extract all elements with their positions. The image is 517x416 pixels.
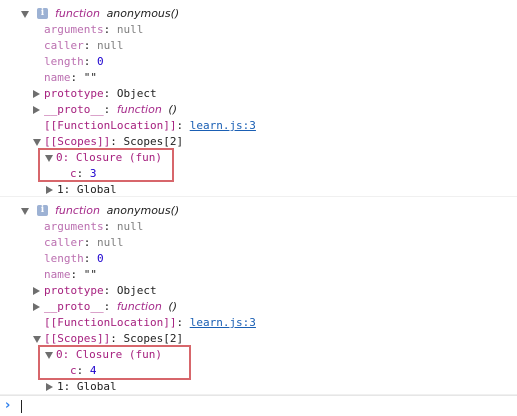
scope-label: 1: Global [57,183,117,196]
property-arguments: arguments: null [44,23,144,36]
property-value: "" [83,71,97,84]
console-entry-1: i function anonymous() arguments: null c… [0,0,517,197]
property-function-location: [[FunctionLocation]]: learn.js:3 [44,316,256,329]
property-key: length [44,55,84,68]
property-key: arguments [44,23,104,36]
source-link[interactable]: learn.js:3 [190,119,256,132]
scope-global[interactable]: 1: Global [46,182,146,198]
property-name: name: "" [44,71,97,84]
property-key: [[FunctionLocation]] [44,316,177,329]
triangle-down-icon[interactable] [21,11,29,18]
scope-label: 0: Closure (fun) [56,151,162,164]
text-caret [21,400,22,413]
property-length: length: 0 [44,55,104,68]
function-header[interactable]: i function anonymous() [0,6,300,22]
property-value: null [97,39,124,52]
property-value: null [97,236,124,249]
property-prototype[interactable]: prototype: Object [33,283,233,299]
info-icon[interactable]: i [37,8,48,19]
property-proto[interactable]: __proto__: function () [33,299,233,315]
triangle-down-icon[interactable] [21,208,29,215]
property-value: Scopes[2] [123,332,184,345]
property-value: () [168,300,178,313]
triangle-right-icon[interactable] [33,303,40,311]
console-prompt[interactable]: › [0,395,517,416]
property-prototype[interactable]: prototype: Object [33,86,233,102]
function-keyword: function [55,204,100,217]
property-key: arguments [44,220,104,233]
property-key: name [44,268,71,281]
scope-label: 1: Global [57,380,117,393]
property-value: 0 [97,252,104,265]
property-key: length [44,252,84,265]
property-name: name: "" [44,268,97,281]
property-key: name [44,71,71,84]
property-key: [[Scopes]] [44,135,111,148]
closure-variable: c: 4 [70,364,97,377]
property-value: null [116,220,144,233]
console-entry-2: i function anonymous() arguments: null c… [0,198,517,395]
property-length: length: 0 [44,252,104,265]
closure-variable: c: 3 [70,167,97,180]
scope-global[interactable]: 1: Global [46,379,146,395]
property-key: [[FunctionLocation]] [44,119,177,132]
proto-keyword: function [116,103,162,116]
chevron-right-icon: › [5,398,11,413]
property-value: 4 [89,364,97,377]
property-arguments: arguments: null [44,220,144,233]
property-key: c [70,364,77,377]
info-icon[interactable]: i [37,205,48,216]
triangle-down-icon[interactable] [33,336,41,343]
property-value: null [116,23,144,36]
scope-label: 0: Closure (fun) [56,348,162,361]
function-name: anonymous() [106,7,180,20]
function-header[interactable]: i function anonymous() [0,203,300,219]
triangle-right-icon[interactable] [33,106,40,114]
property-key: prototype [44,284,104,297]
source-link[interactable]: learn.js:3 [190,316,256,329]
property-key: caller [44,236,84,249]
triangle-right-icon[interactable] [33,90,40,98]
property-value: () [168,103,178,116]
proto-keyword: function [116,300,162,313]
property-caller: caller: null [44,39,124,52]
triangle-down-icon[interactable] [33,139,41,146]
triangle-right-icon[interactable] [33,287,40,295]
property-value: Object [116,87,157,100]
property-value: 3 [89,167,97,180]
property-key: __proto__ [44,300,104,313]
property-caller: caller: null [44,236,124,249]
property-value: 0 [97,55,104,68]
property-key: caller [44,39,84,52]
property-value: Object [116,284,157,297]
triangle-right-icon[interactable] [46,186,53,194]
triangle-right-icon[interactable] [46,383,53,391]
function-name: anonymous() [106,204,180,217]
triangle-down-icon[interactable] [45,155,53,162]
scope-closure[interactable]: 0: Closure (fun) [45,347,165,363]
property-key: c [70,167,77,180]
property-proto[interactable]: __proto__: function () [33,102,233,118]
property-value: "" [83,268,97,281]
property-function-location: [[FunctionLocation]]: learn.js:3 [44,119,256,132]
property-value: Scopes[2] [123,135,184,148]
property-key: __proto__ [44,103,104,116]
triangle-down-icon[interactable] [45,352,53,359]
function-keyword: function [55,7,100,20]
property-key: [[Scopes]] [44,332,111,345]
scope-closure[interactable]: 0: Closure (fun) [45,150,165,166]
property-key: prototype [44,87,104,100]
